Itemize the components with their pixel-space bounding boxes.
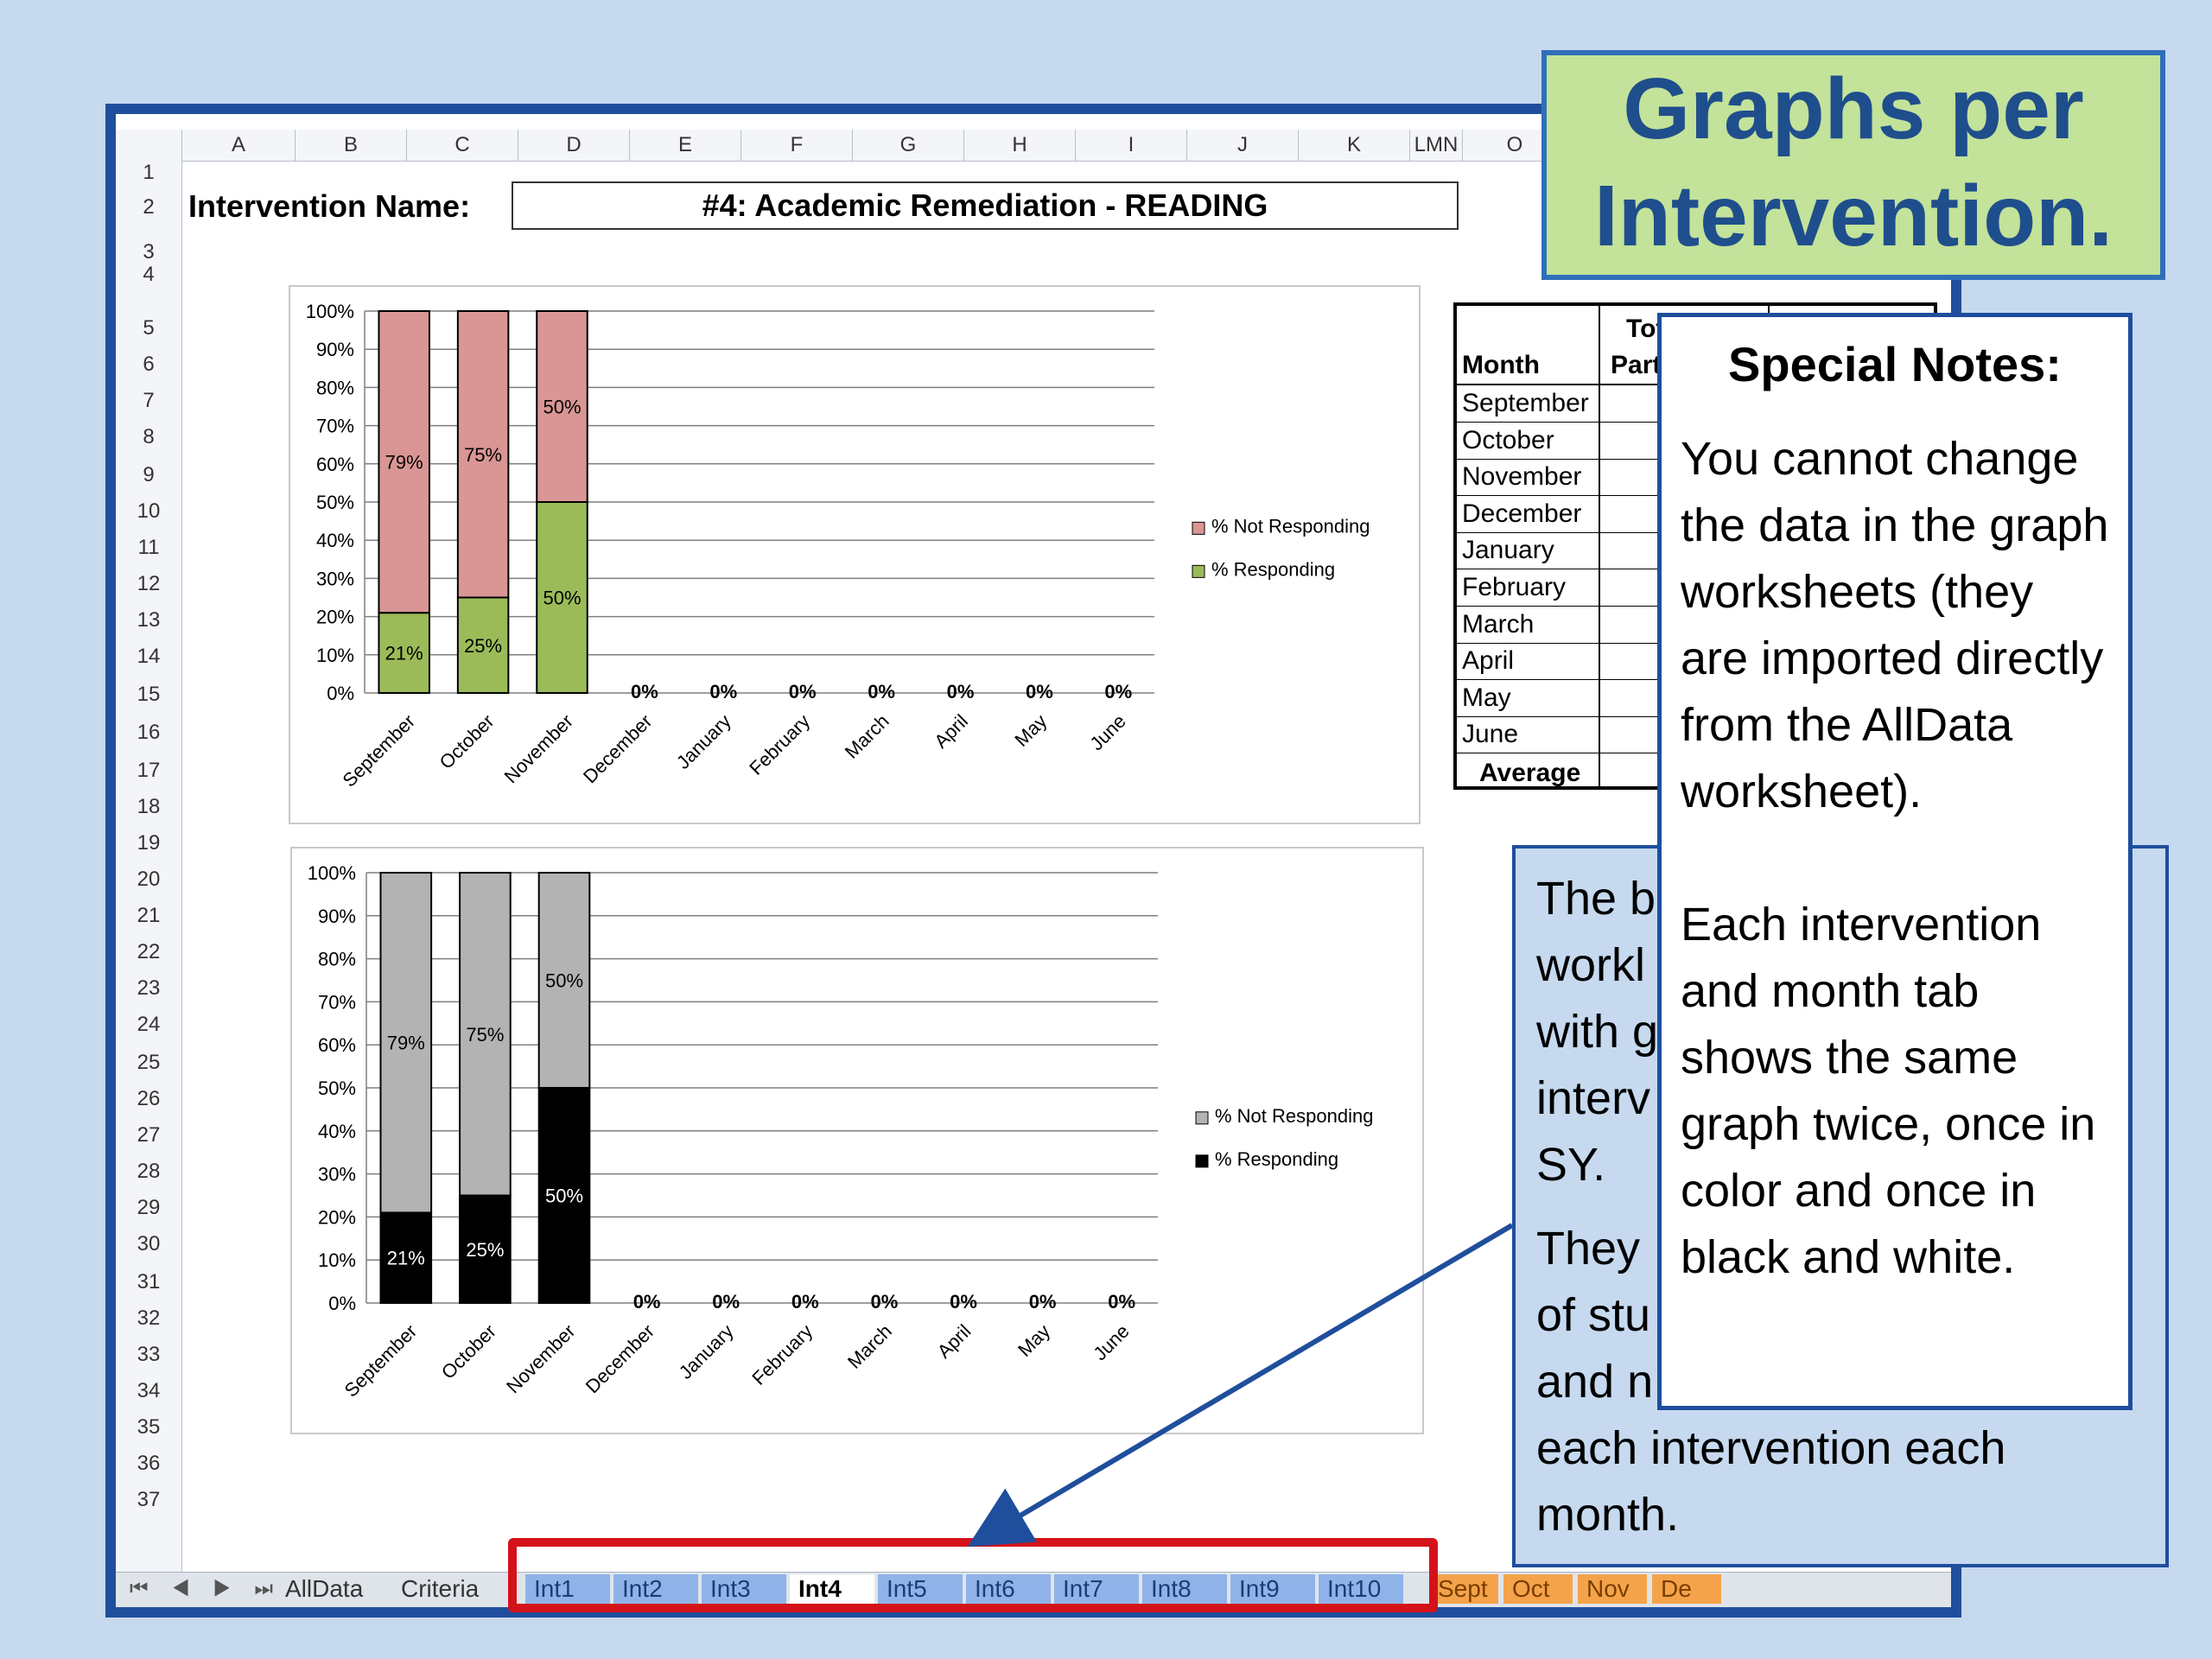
callout-arrow	[967, 1223, 1514, 1548]
